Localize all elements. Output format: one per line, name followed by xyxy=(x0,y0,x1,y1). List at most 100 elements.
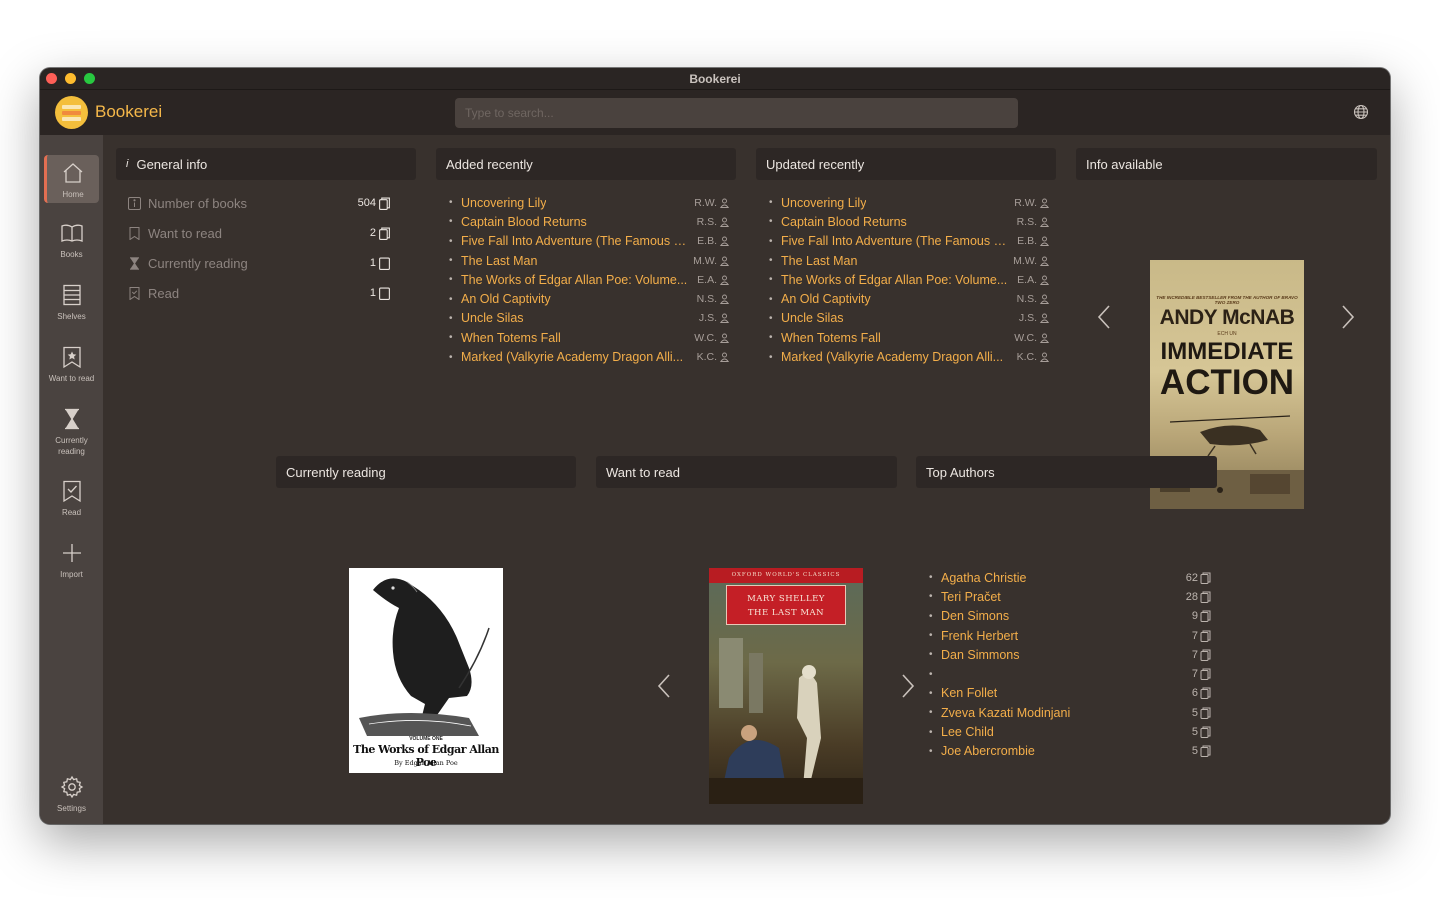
list-item[interactable]: • Uncle Silas J.S. xyxy=(449,309,729,328)
list-item[interactable]: • Captain Blood Returns R.S. xyxy=(769,212,1049,231)
list-item[interactable]: • Agatha Christie 62 xyxy=(929,568,1211,587)
list-item[interactable]: • Five Fall Into Adventure (The Famous F.… xyxy=(769,232,1049,251)
book-title-link[interactable]: Captain Blood Returns xyxy=(781,215,907,229)
list-item[interactable]: • Uncovering Lily R.W. xyxy=(449,193,729,212)
chevron-left-icon[interactable] xyxy=(1096,304,1112,330)
author-name-link[interactable]: Zveva Kazati Modinjani xyxy=(941,706,1070,720)
list-item[interactable]: • Zveva Kazati Modinjani 5 xyxy=(929,703,1211,722)
sidebar-item-settings[interactable]: Settings xyxy=(44,775,99,814)
list-item[interactable]: • Uncle Silas J.S. xyxy=(769,309,1049,328)
book-title-link[interactable]: The Works of Edgar Allan Poe: Volume... xyxy=(781,273,1007,287)
author-name-link[interactable]: Lee Child xyxy=(941,725,994,739)
book-title-link[interactable]: Marked (Valkyrie Academy Dragon Alli... xyxy=(461,350,683,364)
chevron-right-icon[interactable] xyxy=(900,673,916,699)
sidebar-item-label: Books xyxy=(60,250,83,259)
books-stack-icon xyxy=(1200,707,1211,719)
book-title-link[interactable]: When Totems Fall xyxy=(781,331,881,345)
bullet: • xyxy=(769,216,773,228)
author-name-link[interactable]: Frenk Herbert xyxy=(941,629,1018,643)
book-title-link[interactable]: Uncovering Lily xyxy=(461,196,546,210)
book-title-link[interactable]: Five Fall Into Adventure (The Famous F..… xyxy=(461,234,689,248)
globe-icon[interactable] xyxy=(1353,104,1369,120)
list-item[interactable]: • Dan Simmons 7 xyxy=(929,645,1211,664)
bookmark-star-icon xyxy=(62,346,81,369)
list-item[interactable]: • Joe Abercrombie 5 xyxy=(929,742,1211,761)
sidebar-item-want-to-read[interactable]: Want to read xyxy=(44,345,99,384)
list-item[interactable]: • The Last Man M.W. xyxy=(769,251,1049,270)
stat-row-number-of-books[interactable]: Number of books 504 xyxy=(128,193,398,213)
search-input[interactable] xyxy=(455,98,1018,128)
book-title-link[interactable]: An Old Captivity xyxy=(781,292,871,306)
bullet: • xyxy=(929,745,933,757)
close-window-button[interactable] xyxy=(46,73,57,84)
info-available-title: Info available xyxy=(1086,156,1163,172)
added-recently-list: • Uncovering Lily R.W. • Captain Blood Retur… xyxy=(449,193,729,367)
list-item[interactable]: • The Works of Edgar Allan Poe: Volume...… xyxy=(769,270,1049,289)
book-title-link[interactable]: The Last Man xyxy=(781,254,857,268)
book-title-link[interactable]: Uncovering Lily xyxy=(781,196,866,210)
book-title-link[interactable]: Uncle Silas xyxy=(461,311,524,325)
author-initials: K.C. xyxy=(697,351,729,363)
updated-recently-title: Updated recently xyxy=(766,156,865,172)
list-item[interactable]: • When Totems Fall W.C. xyxy=(769,328,1049,347)
stat-row-read[interactable]: Read 1 xyxy=(128,283,398,303)
stat-value: 1 xyxy=(370,287,398,300)
book-title-link[interactable]: Five Fall Into Adventure (The Famous F..… xyxy=(781,234,1009,248)
author-name-link[interactable]: Den Simons xyxy=(941,609,1009,623)
chevron-right-icon[interactable] xyxy=(1340,304,1356,330)
list-item[interactable]: • The Last Man M.W. xyxy=(449,251,729,270)
list-item[interactable]: • An Old Captivity N.S. xyxy=(769,289,1049,308)
maximize-window-button[interactable] xyxy=(84,73,95,84)
list-item[interactable]: • Uncovering Lily R.W. xyxy=(769,193,1049,212)
book-title-link[interactable]: When Totems Fall xyxy=(461,331,561,345)
sidebar-item-import[interactable]: Import xyxy=(44,541,99,580)
list-item[interactable]: • When Totems Fall W.C. xyxy=(449,328,729,347)
list-item[interactable]: • An Old Captivity N.S. xyxy=(449,289,729,308)
list-item[interactable]: • Marked (Valkyrie Academy Dragon Alli...… xyxy=(769,347,1049,366)
list-item[interactable]: • Frenk Herbert 7 xyxy=(929,626,1211,645)
book-title-link[interactable]: The Works of Edgar Allan Poe: Volume... xyxy=(461,273,687,287)
author-name-link[interactable]: Joe Abercrombie xyxy=(941,744,1035,758)
author-book-count: 28 xyxy=(1186,591,1211,603)
list-item[interactable]: • Teri Pračet 28 xyxy=(929,587,1211,606)
book-icon xyxy=(60,224,83,242)
book-cover-the-last-man[interactable]: OXFORD WORLD'S CLASSICS MARY SHELLEY THE… xyxy=(709,568,863,804)
list-item[interactable]: • Lee Child 5 xyxy=(929,722,1211,741)
bullet: • xyxy=(769,255,773,267)
book-title-link[interactable]: The Last Man xyxy=(461,254,537,268)
bullet: • xyxy=(929,591,933,603)
bullet: • xyxy=(769,274,773,286)
book-title-link[interactable]: Uncle Silas xyxy=(781,311,844,325)
person-icon xyxy=(720,313,729,324)
author-name-link[interactable]: Dan Simmons xyxy=(941,648,1020,662)
book-title-link[interactable]: Marked (Valkyrie Academy Dragon Alli... xyxy=(781,350,1003,364)
list-item[interactable]: • Ken Follet 6 xyxy=(929,684,1211,703)
author-initials: K.C. xyxy=(1017,351,1049,363)
list-item[interactable]: • 7 xyxy=(929,664,1211,683)
sidebar-item-shelves[interactable]: Shelves xyxy=(44,283,99,322)
list-item[interactable]: • Marked (Valkyrie Academy Dragon Alli...… xyxy=(449,347,729,366)
top-authors-title: Top Authors xyxy=(926,464,995,480)
author-name-link[interactable]: Ken Follet xyxy=(941,686,997,700)
person-icon xyxy=(720,198,729,208)
stat-row-want-to-read[interactable]: Want to read 2 xyxy=(128,223,398,243)
book-cover-works-of-poe[interactable]: VOLUME ONE The Works of Edgar Allan Poe … xyxy=(349,568,503,773)
author-name-link[interactable]: Teri Pračet xyxy=(941,590,1001,604)
author-book-count: 7 xyxy=(1192,668,1211,681)
book-title-link[interactable]: An Old Captivity xyxy=(461,292,551,306)
stat-row-currently-reading[interactable]: Currently reading 1 xyxy=(128,253,398,273)
sidebar-item-home[interactable]: Home xyxy=(44,155,99,203)
list-item[interactable]: • Five Fall Into Adventure (The Famous F.… xyxy=(449,232,729,251)
author-name-link[interactable]: Agatha Christie xyxy=(941,571,1026,585)
bullet: • xyxy=(929,707,933,719)
sidebar-item-currently-reading[interactable]: Currently reading xyxy=(44,407,99,457)
book-title-link[interactable]: Captain Blood Returns xyxy=(461,215,587,229)
list-item[interactable]: • The Works of Edgar Allan Poe: Volume...… xyxy=(449,270,729,289)
list-item[interactable]: • Captain Blood Returns R.S. xyxy=(449,212,729,231)
list-item[interactable]: • Den Simons 9 xyxy=(929,607,1211,626)
sidebar-item-read[interactable]: Read xyxy=(44,479,99,518)
minimize-window-button[interactable] xyxy=(65,73,76,84)
sidebar-item-books[interactable]: Books xyxy=(44,221,99,260)
person-icon xyxy=(720,352,729,362)
chevron-left-icon[interactable] xyxy=(656,673,672,699)
